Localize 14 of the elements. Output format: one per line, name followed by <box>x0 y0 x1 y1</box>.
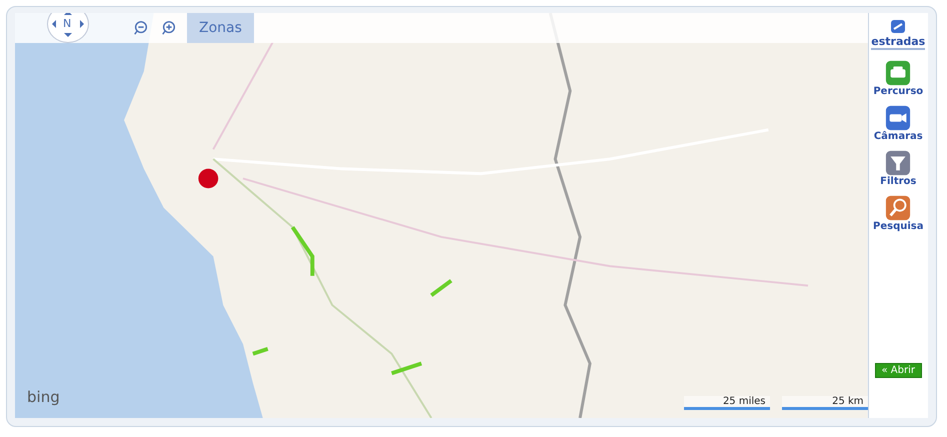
sidebar-item[interactable]: Pesquisa <box>873 195 924 232</box>
estradas-logo[interactable]: estradas <box>871 19 926 50</box>
sidebar-item[interactable]: Filtros <box>880 150 916 187</box>
compass-control[interactable]: N <box>47 13 89 43</box>
zoom-in-icon[interactable] <box>161 20 177 36</box>
search-icon[interactable] <box>885 195 912 221</box>
filter-icon[interactable] <box>885 150 912 176</box>
scale-bar: 25 miles <box>684 396 770 410</box>
scale-bar: 25 km <box>782 396 868 410</box>
camera-icon[interactable] <box>885 105 912 131</box>
sidebar-item[interactable]: Câmaras <box>874 105 923 142</box>
zoom-out-icon[interactable] <box>133 20 149 36</box>
bing-logo: bing <box>27 388 60 406</box>
sidebar-item[interactable]: Percurso <box>873 60 924 97</box>
